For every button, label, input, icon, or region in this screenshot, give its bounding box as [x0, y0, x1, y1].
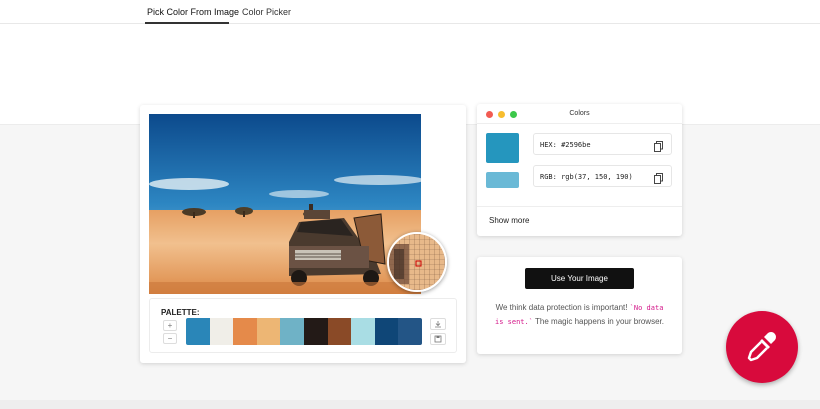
copy-icon: [654, 141, 663, 152]
eyedropper-button[interactable]: [726, 311, 798, 383]
add-color-button[interactable]: +: [163, 320, 177, 331]
image-card: PALETTE: + −: [140, 105, 466, 363]
window-title: Colors: [477, 110, 682, 117]
download-palette-button[interactable]: [430, 318, 446, 330]
uploaded-photo[interactable]: [149, 114, 421, 294]
copy-hex-button[interactable]: [654, 139, 663, 157]
palette-swatches: [186, 318, 422, 345]
palette-swatch[interactable]: [375, 318, 399, 345]
palette-swatch[interactable]: [280, 318, 304, 345]
palette-swatch[interactable]: [233, 318, 257, 345]
colors-window: Colors HEX: #2596be RGB: rgb(37, 150, 19…: [477, 104, 682, 236]
primary-color-swatch[interactable]: [486, 133, 519, 163]
secondary-color-swatch[interactable]: [486, 172, 519, 188]
footer-strip: [0, 400, 820, 409]
palette-swatch[interactable]: [304, 318, 328, 345]
tab-color-picker[interactable]: Color Picker: [242, 7, 291, 17]
palette-swatch[interactable]: [210, 318, 234, 345]
active-tab-indicator: [145, 22, 229, 24]
palette-swatch[interactable]: [186, 318, 210, 345]
remove-color-button[interactable]: −: [163, 333, 177, 344]
palette-swatch[interactable]: [398, 318, 422, 345]
palette-swatch[interactable]: [257, 318, 281, 345]
palette-label: PALETTE:: [161, 308, 200, 317]
hex-value-box: HEX: #2596be: [533, 133, 672, 155]
copy-icon: [654, 173, 663, 184]
use-your-image-button[interactable]: Use Your Image: [525, 268, 634, 289]
save-palette-button[interactable]: [430, 333, 446, 345]
tab-pick-color-from-image[interactable]: Pick Color From Image: [147, 7, 239, 17]
rgb-value: RGB: rgb(37, 150, 190): [540, 173, 633, 181]
hex-value: HEX: #2596be: [540, 141, 591, 149]
divider: [477, 206, 682, 207]
privacy-message: We think data protection is important! `…: [493, 301, 666, 329]
palette-section: PALETTE: + −: [149, 298, 457, 353]
palette-swatch[interactable]: [328, 318, 352, 345]
top-tabs: Pick Color From Image Color Picker: [0, 0, 820, 24]
save-icon: [434, 335, 442, 343]
download-icon: [434, 320, 442, 328]
eyedropper-icon: [742, 327, 782, 367]
palette-swatch[interactable]: [351, 318, 375, 345]
privacy-text-end: The magic happens in your browser.: [533, 317, 664, 326]
show-more-link[interactable]: Show more: [489, 216, 529, 225]
privacy-text-start: We think data protection is important!: [496, 303, 630, 312]
zoom-magnifier: [387, 232, 447, 292]
window-titlebar: Colors: [477, 104, 682, 124]
rgb-value-box: RGB: rgb(37, 150, 190): [533, 165, 672, 187]
copy-rgb-button[interactable]: [654, 171, 663, 189]
privacy-card: Use Your Image We think data protection …: [477, 257, 682, 354]
